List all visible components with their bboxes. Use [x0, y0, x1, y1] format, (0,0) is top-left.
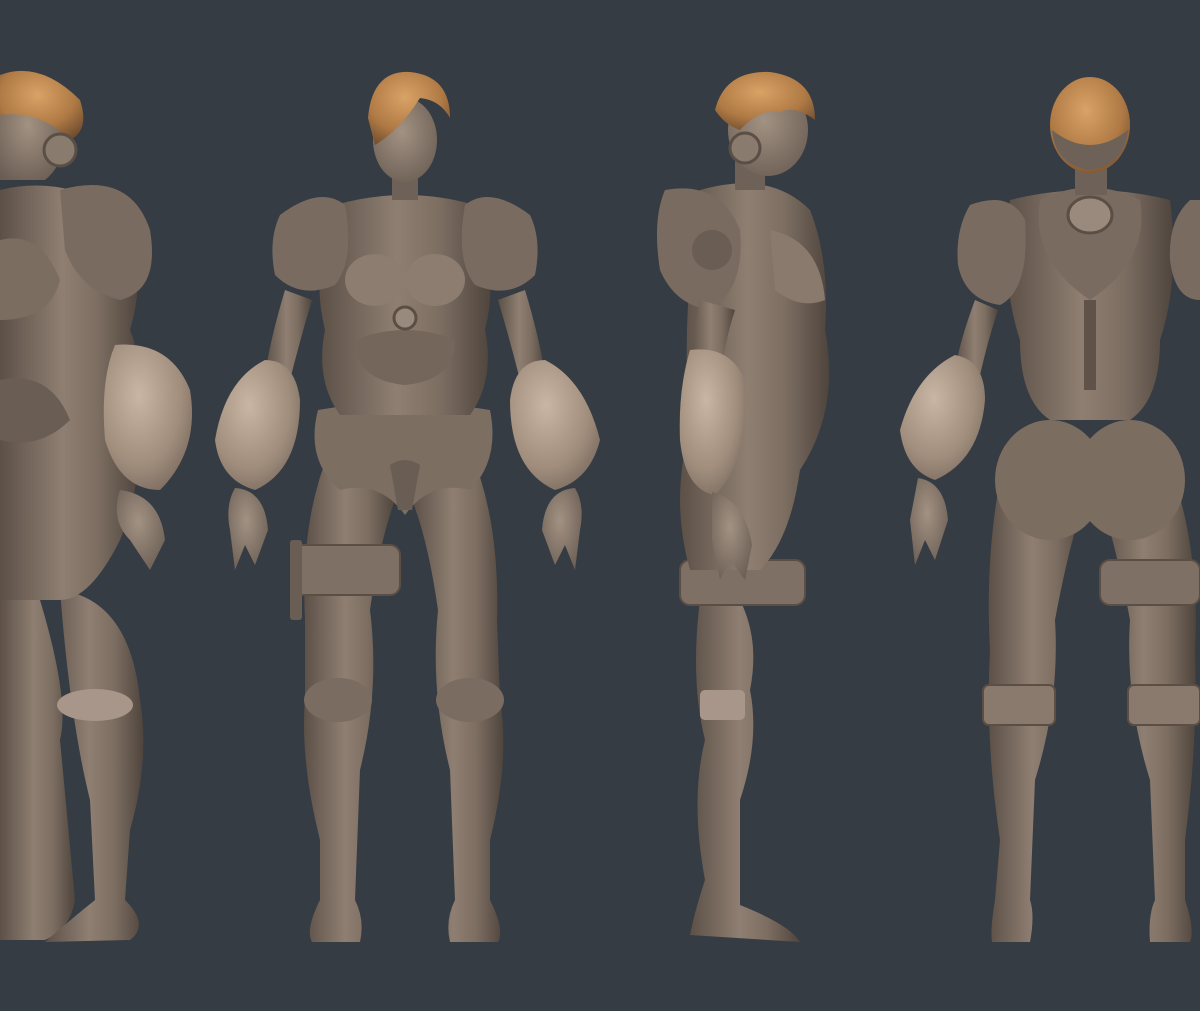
- knee-strap: [57, 689, 133, 721]
- figure-three-quarter-view: [0, 70, 192, 942]
- figure-back-view: [900, 77, 1200, 942]
- thigh-holster: [291, 544, 401, 596]
- figure-front-view: [215, 71, 600, 942]
- turnaround-render: [0, 70, 1200, 942]
- figure-side-view: [656, 71, 830, 942]
